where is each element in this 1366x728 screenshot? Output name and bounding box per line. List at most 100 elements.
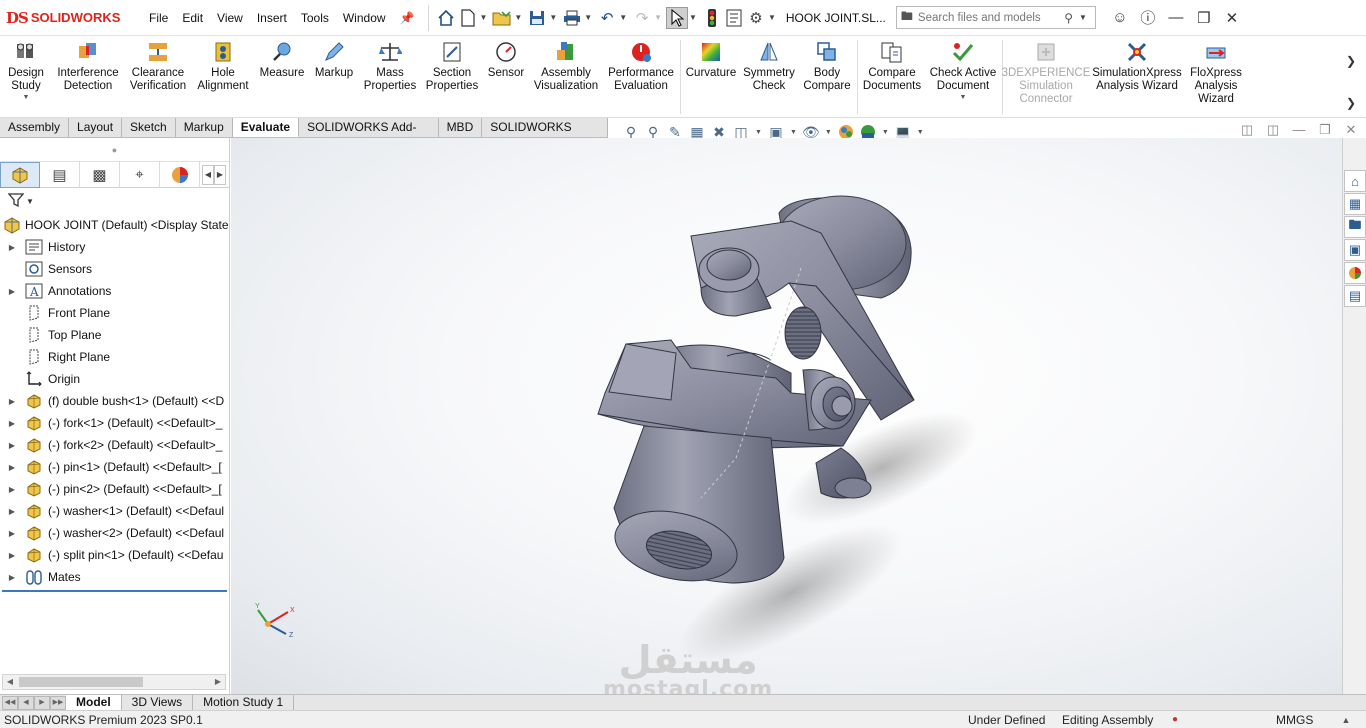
close-icon[interactable]: ✕ — [1218, 9, 1246, 27]
open-folder-icon[interactable] — [491, 7, 513, 29]
displaymanager-tab[interactable] — [160, 161, 200, 188]
tab-assembly[interactable]: Assembly — [0, 118, 70, 137]
curvature-button[interactable]: Curvature — [684, 40, 738, 114]
options-gear-icon[interactable]: ⚙ — [745, 7, 767, 29]
floxpress-button[interactable]: FloXpress Analysis Wizard — [1188, 40, 1244, 114]
restore-icon[interactable]: ❐ — [1190, 9, 1218, 27]
tree-item[interactable]: ▶ (-) split pin<1> (Default) <<Defau — [0, 544, 229, 566]
first-tab-arrow[interactable]: ◀◀ — [2, 695, 18, 710]
apply-scene-dropdown-arrow[interactable]: ▼ — [882, 129, 889, 136]
unit-system[interactable]: MMGS — [1276, 713, 1326, 727]
pin-menu-icon[interactable]: 📌 — [400, 11, 415, 25]
tab-solidworks-cam[interactable]: SOLIDWORKS CAM — [482, 118, 608, 153]
propertymanager-tab[interactable]: ▤ — [40, 161, 80, 188]
rebuild-traffic-light-icon[interactable] — [701, 7, 723, 29]
help-icon[interactable]: ⓘ — [1134, 7, 1162, 28]
search-dropdown-arrow[interactable]: ▼ — [1079, 13, 1087, 22]
select-pointer-icon[interactable] — [666, 6, 689, 29]
tree-item[interactable]: ▶ (-) washer<2> (Default) <<Defaul — [0, 522, 229, 544]
expand-arrow-icon[interactable]: ▶ — [6, 573, 18, 582]
expand-arrow-icon[interactable]: ▶ — [6, 485, 18, 494]
menu-file[interactable]: File — [149, 11, 168, 25]
panel-tab-scroll-left[interactable]: ◀ — [202, 164, 214, 185]
menu-edit[interactable]: Edit — [182, 11, 203, 25]
view-orientation-dropdown-arrow[interactable]: ▼ — [755, 129, 762, 136]
tree-item[interactable]: ▶ (-) pin<1> (Default) <<Default>_[ — [0, 456, 229, 478]
dimxpertmanager-tab[interactable]: ⌖ — [120, 161, 160, 188]
mass-properties-button[interactable]: Mass Properties — [363, 40, 417, 114]
undo-icon[interactable]: ↶ — [596, 7, 618, 29]
performance-evaluation-button[interactable]: Performance Evaluation — [607, 40, 675, 114]
tab-layout[interactable]: Layout — [69, 118, 123, 137]
open-dropdown-arrow[interactable]: ▼ — [514, 13, 522, 22]
sensor-button[interactable]: Sensor — [485, 40, 527, 114]
new-document-icon[interactable] — [457, 7, 479, 29]
search-input[interactable]: Search files and models — [918, 12, 1064, 24]
configurationmanager-tab[interactable]: ▩ — [80, 161, 120, 188]
tree-filter[interactable]: ▼ — [0, 188, 229, 214]
tree-item[interactable]: ▶ (f) double bush<1> (Default) <<D — [0, 390, 229, 412]
display-style-dropdown-arrow[interactable]: ▼ — [790, 129, 797, 136]
panel-tab-scroll-right[interactable]: ▶ — [214, 164, 226, 185]
menu-insert[interactable]: Insert — [257, 11, 287, 25]
tree-item[interactable]: ▶ (-) fork<2> (Default) <<Default>_ — [0, 434, 229, 456]
user-account-icon[interactable]: ☺ — [1106, 9, 1134, 26]
hook-joint-model[interactable] — [231, 138, 1342, 694]
tree-item[interactable]: Right Plane — [0, 346, 229, 368]
expand-arrow-icon[interactable]: ▶ — [6, 551, 18, 560]
solidworks-resources-icon[interactable]: ⌂ — [1344, 170, 1366, 192]
prev-tab-arrow[interactable]: ◀ — [18, 695, 34, 710]
featuremanager-tree-tab[interactable] — [0, 161, 40, 188]
units-dropdown-arrow[interactable]: ▲ — [1326, 715, 1366, 725]
tab-motion-study-1[interactable]: Motion Study 1 — [193, 695, 295, 710]
tree-item[interactable]: ▶ A Annotations — [0, 280, 229, 302]
tree-item[interactable]: Top Plane — [0, 324, 229, 346]
assembly-visualization-button[interactable]: Assembly Visualization — [531, 40, 601, 114]
tab-markup[interactable]: Markup — [175, 118, 233, 137]
file-properties-icon[interactable] — [723, 7, 745, 29]
ribbon-scroll-icon[interactable]: ❯ — [1346, 96, 1356, 110]
filter-dropdown-arrow[interactable]: ▼ — [26, 197, 34, 206]
clearance-verification-button[interactable]: Clearance Verification — [126, 40, 190, 114]
expand-arrow-icon[interactable]: ▶ — [6, 397, 18, 406]
viewport-close-icon[interactable]: ✕ — [1338, 122, 1364, 138]
collapse-right-icon[interactable]: ◫ — [1260, 122, 1286, 138]
tab-model[interactable]: Model — [66, 695, 122, 710]
tab-mbd[interactable]: MBD — [438, 118, 483, 137]
tab-solidworks-add-ins[interactable]: SOLIDWORKS Add-Ins — [299, 118, 439, 153]
hide-show-dropdown-arrow[interactable]: ▼ — [825, 129, 832, 136]
design-library-icon[interactable]: ▦ — [1344, 193, 1366, 215]
print-icon[interactable] — [561, 7, 583, 29]
filter-funnel-icon[interactable] — [7, 192, 25, 211]
tree-item[interactable]: Front Plane — [0, 302, 229, 324]
expand-arrow-icon[interactable]: ▶ — [6, 529, 18, 538]
tree-item[interactable]: Origin — [0, 368, 229, 390]
minimize-icon[interactable]: — — [1162, 9, 1190, 26]
home-icon[interactable] — [435, 7, 457, 29]
tab-3d-views[interactable]: 3D Views — [122, 695, 194, 710]
search-box[interactable]: 🖿 Search files and models ⚲ ▼ — [895, 6, 1096, 29]
viewport-restore-icon[interactable]: ❐ — [1312, 122, 1338, 138]
custom-properties-icon[interactable]: ▤ — [1344, 285, 1366, 307]
rebuild-status-icon[interactable]: ● — [1172, 714, 1188, 725]
tree-item[interactable]: ▶ Mates — [0, 566, 229, 588]
expand-arrow-icon[interactable]: ▶ — [6, 287, 18, 296]
design-study-dropdown-arrow[interactable]: ▼ — [23, 94, 30, 101]
check-active-document-button[interactable]: Check Active Document ▼ — [928, 40, 998, 114]
viewport-minimize-icon[interactable]: — — [1286, 122, 1312, 138]
menu-window[interactable]: Window — [343, 11, 386, 25]
save-icon[interactable] — [526, 7, 548, 29]
search-icon[interactable]: ⚲ — [1064, 11, 1073, 25]
tree-horizontal-scrollbar[interactable]: ◀ ▶ — [2, 674, 226, 690]
redo-icon[interactable]: ↷ — [631, 7, 653, 29]
expand-arrow-icon[interactable]: ▶ — [6, 507, 18, 516]
last-tab-arrow[interactable]: ▶▶ — [50, 695, 66, 710]
tree-root-assembly[interactable]: HOOK JOINT (Default) <Display State- — [0, 214, 229, 236]
symmetry-check-button[interactable]: Symmetry Check — [742, 40, 796, 114]
expand-arrow-icon[interactable]: ▶ — [6, 463, 18, 472]
panel-grip-handle[interactable]: ● — [0, 138, 229, 162]
expand-arrow-icon[interactable]: ▶ — [6, 419, 18, 428]
expand-arrow-icon[interactable]: ▶ — [6, 243, 18, 252]
markup-button[interactable]: Markup — [311, 40, 357, 114]
undo-dropdown-arrow[interactable]: ▼ — [619, 13, 627, 22]
